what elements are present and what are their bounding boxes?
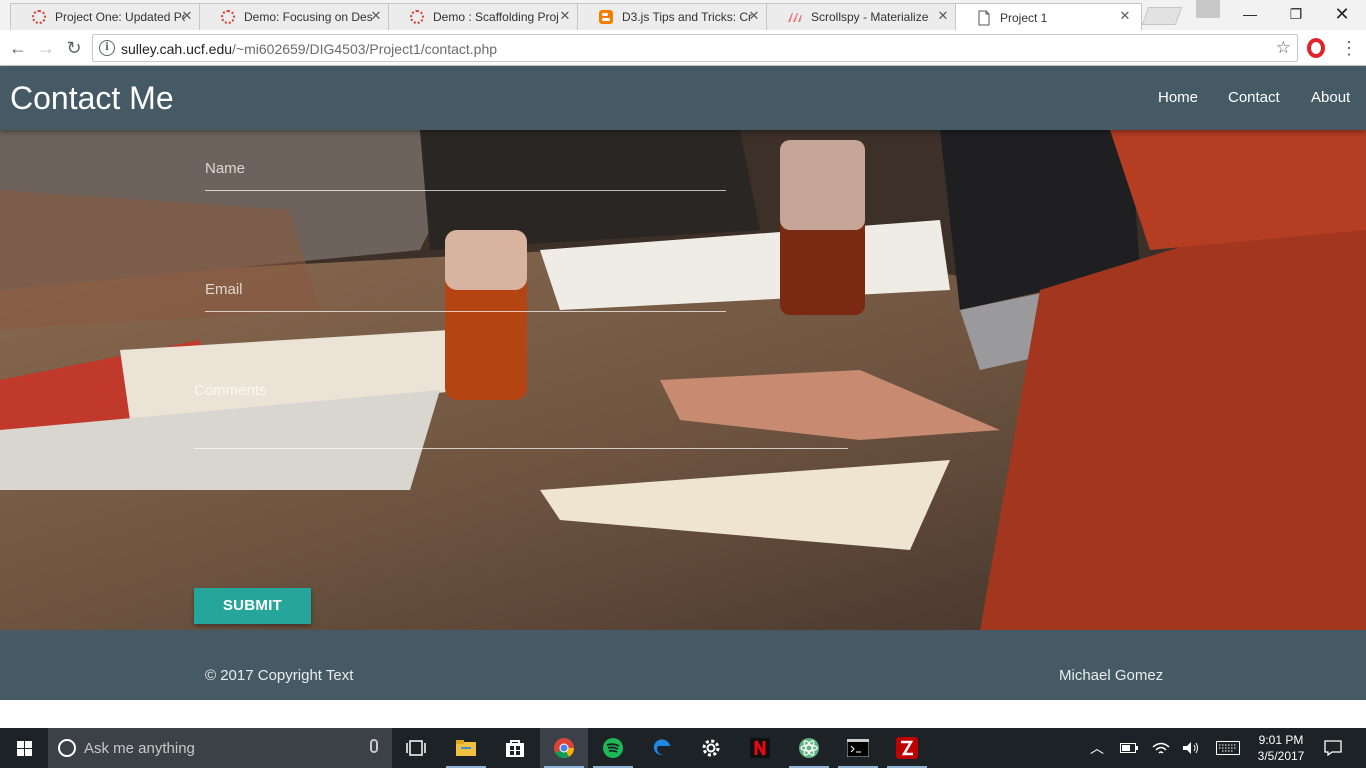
reload-icon[interactable]: ↻ bbox=[62, 36, 86, 60]
opera-icon[interactable] bbox=[1307, 38, 1325, 58]
clock-time: 9:01 PM bbox=[1258, 733, 1304, 747]
browser-tab-strip: Project One: Updated Po ✕ Demo: Focusing… bbox=[0, 0, 1366, 31]
keyboard-icon[interactable] bbox=[1214, 728, 1242, 768]
url-host: sulley.cah.ucf.edu bbox=[121, 41, 233, 57]
close-icon[interactable]: ✕ bbox=[936, 9, 950, 23]
cortana-search-box[interactable]: Ask me anything bbox=[48, 728, 392, 768]
microphone-icon[interactable] bbox=[370, 739, 378, 753]
task-view-icon[interactable] bbox=[392, 728, 440, 768]
store-icon[interactable] bbox=[491, 728, 539, 768]
restore-icon[interactable]: ❐ bbox=[1273, 0, 1319, 28]
cortana-icon bbox=[58, 739, 76, 757]
windows-logo-icon bbox=[16, 740, 32, 756]
browser-tab[interactable]: D3.js Tips and Tricks: Cre ✕ bbox=[577, 3, 771, 30]
start-button[interactable] bbox=[0, 728, 48, 768]
forward-icon[interactable]: → bbox=[34, 36, 58, 60]
browser-tab-active[interactable]: Project 1 ✕ bbox=[955, 3, 1142, 31]
site-brand[interactable]: Contact Me bbox=[10, 80, 174, 117]
clock-date: 3/5/2017 bbox=[1257, 749, 1305, 763]
name-input[interactable] bbox=[205, 190, 726, 191]
name-field-label: Name bbox=[205, 160, 246, 177]
loading-icon bbox=[409, 9, 425, 25]
address-bar[interactable]: i sulley.cah.ucf.edu/~mi602659/DIG4503/P… bbox=[92, 34, 1298, 62]
browser-tab[interactable]: Demo: Focusing on Des ✕ bbox=[199, 3, 393, 30]
info-icon[interactable]: i bbox=[99, 40, 115, 56]
email-field-label: Email bbox=[205, 281, 243, 298]
loading-icon bbox=[31, 9, 47, 25]
file-explorer-icon[interactable] bbox=[442, 728, 490, 768]
tab-title: Demo : Scaffolding Proj bbox=[433, 10, 559, 24]
nav-about-link[interactable]: About bbox=[1311, 89, 1350, 106]
close-icon[interactable]: ✕ bbox=[1118, 9, 1132, 23]
comments-textarea[interactable] bbox=[194, 448, 848, 449]
materialize-icon bbox=[787, 9, 803, 25]
footer-author: Michael Gomez bbox=[1059, 667, 1164, 684]
site-footer: © 2017 Copyright Text Michael Gomez bbox=[0, 630, 1366, 700]
close-icon[interactable]: ✕ bbox=[747, 9, 761, 23]
tab-title: D3.js Tips and Tricks: Cre bbox=[622, 10, 752, 24]
back-icon[interactable]: ← bbox=[6, 36, 30, 60]
chrome-icon[interactable] bbox=[540, 728, 588, 768]
tab-title: Project One: Updated Po bbox=[55, 10, 185, 24]
atom-icon[interactable] bbox=[785, 728, 833, 768]
volume-icon[interactable] bbox=[1180, 728, 1202, 768]
spotify-icon[interactable] bbox=[589, 728, 637, 768]
browser-tab[interactable]: Demo : Scaffolding Proj ✕ bbox=[388, 3, 582, 30]
edge-icon[interactable] bbox=[638, 728, 686, 768]
minimize-icon[interactable]: — bbox=[1227, 0, 1273, 28]
email-input[interactable] bbox=[205, 311, 726, 312]
tab-title: Project 1 bbox=[1000, 10, 1048, 25]
battery-icon[interactable] bbox=[1118, 728, 1140, 768]
url-path: /~mi602659/DIG4503/Project1/contact.php bbox=[232, 41, 498, 57]
web-page: Contact Me Home Contact About Name Email… bbox=[0, 66, 1366, 728]
windows-taskbar: Ask me anything ︿ 9:01 PM 3/5/2017 bbox=[0, 728, 1366, 768]
tab-title: Demo: Focusing on Des bbox=[244, 10, 373, 24]
system-clock[interactable]: 9:01 PM 3/5/2017 bbox=[1252, 732, 1310, 764]
browser-toolbar: ← → ↻ i sulley.cah.ucf.edu/~mi602659/DIG… bbox=[0, 30, 1366, 66]
profile-icon[interactable] bbox=[1196, 0, 1220, 18]
browser-tab[interactable]: Project One: Updated Po ✕ bbox=[10, 3, 204, 30]
close-icon[interactable]: ✕ bbox=[180, 9, 194, 23]
netflix-icon[interactable] bbox=[736, 728, 784, 768]
nav-home-link[interactable]: Home bbox=[1158, 89, 1198, 106]
background-photo bbox=[0, 130, 1366, 630]
nav-contact-link[interactable]: Contact bbox=[1228, 89, 1280, 106]
bookmark-star-icon[interactable]: ☆ bbox=[1276, 38, 1291, 58]
hero-background-image: Name Email Comments SUBMIT bbox=[0, 130, 1366, 630]
submit-button[interactable]: SUBMIT bbox=[194, 588, 311, 624]
page-icon bbox=[976, 10, 992, 26]
filezilla-icon[interactable] bbox=[883, 728, 931, 768]
browser-tab[interactable]: Scrollspy - Materialize ✕ bbox=[766, 3, 960, 30]
wifi-icon[interactable] bbox=[1150, 728, 1172, 768]
settings-icon[interactable] bbox=[687, 728, 735, 768]
tab-title: Scrollspy - Materialize bbox=[811, 10, 929, 24]
search-placeholder: Ask me anything bbox=[84, 739, 195, 757]
notifications-icon[interactable] bbox=[1320, 728, 1346, 768]
cmd-icon[interactable] bbox=[834, 728, 882, 768]
new-tab-button[interactable] bbox=[1141, 7, 1183, 25]
comments-field-label: Comments bbox=[194, 382, 267, 399]
close-icon[interactable]: ✕ bbox=[369, 9, 383, 23]
footer-copyright: © 2017 Copyright Text bbox=[205, 667, 354, 684]
close-icon[interactable]: ✕ bbox=[558, 9, 572, 23]
url-text: sulley.cah.ucf.edu/~mi602659/DIG4503/Pro… bbox=[121, 41, 497, 57]
loading-icon bbox=[220, 9, 236, 25]
chevron-up-icon[interactable]: ︿ bbox=[1086, 728, 1108, 768]
site-navbar: Contact Me Home Contact About bbox=[0, 66, 1366, 130]
close-window-icon[interactable]: ✕ bbox=[1319, 0, 1365, 28]
menu-icon[interactable]: ⋮ bbox=[1340, 37, 1358, 59]
blogger-icon bbox=[598, 9, 614, 25]
